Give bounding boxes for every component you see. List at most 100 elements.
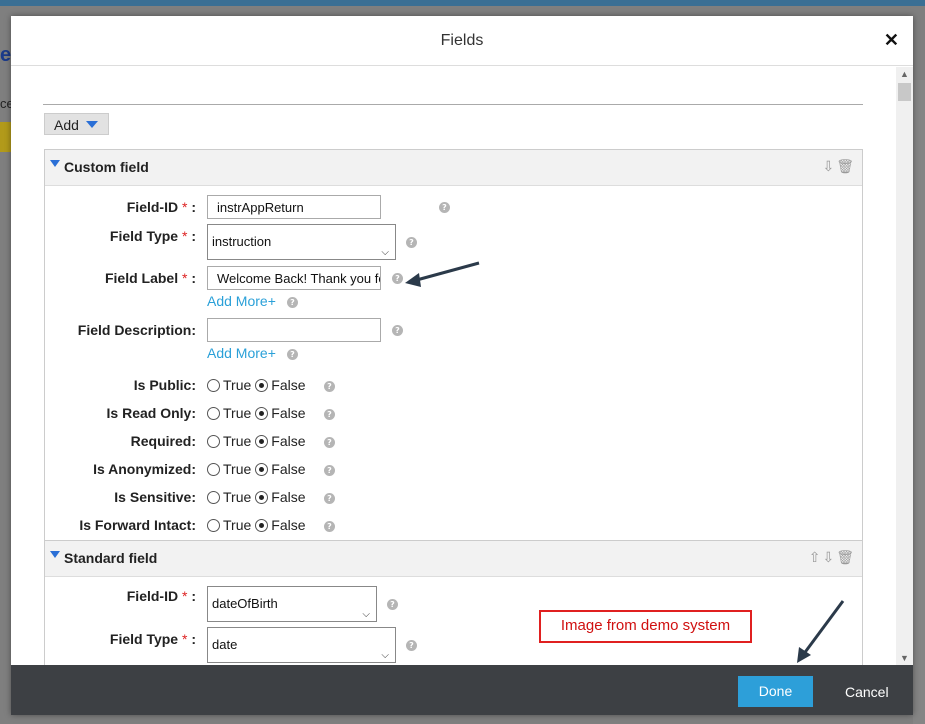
field-type-select[interactable]: instruction ⌵	[207, 224, 396, 260]
annotation-box: Image from demo system	[539, 610, 752, 643]
cancel-button[interactable]: Cancel	[845, 684, 889, 700]
bg-text-fragment: e	[0, 44, 12, 66]
std-field-id-label: Field-ID * :	[126, 588, 196, 604]
field-description-row: Field Description: ?	[45, 318, 864, 346]
radio-row: Is Read Only: True False?	[45, 402, 864, 430]
radio-true-label: True	[223, 405, 252, 421]
scroll-up-icon[interactable]: ▲	[900, 69, 909, 79]
panel-header[interactable]: Standard field ⇧⇩🗑	[45, 541, 862, 577]
radio-false-label: False	[271, 377, 306, 393]
std-field-id-select[interactable]: dateOfBirth ⌵	[207, 586, 377, 622]
field-label-input[interactable]: Welcome Back! Thank you for	[207, 266, 381, 290]
radio-group: True False	[207, 433, 310, 449]
std-field-type-select[interactable]: date ⌵	[207, 627, 396, 663]
std-field-type-label: Field Type * :	[109, 631, 196, 647]
vertical-scrollbar[interactable]: ▲ ▼	[896, 67, 913, 665]
help-icon[interactable]: ?	[406, 237, 417, 248]
add-button[interactable]: Add	[44, 113, 109, 135]
trash-icon[interactable]: 🗑	[836, 158, 856, 174]
bg-right-strip	[913, 80, 925, 724]
standard-field-panel: Standard field ⇧⇩🗑 Field-ID * : dateOfBi…	[44, 540, 863, 665]
custom-field-panel: Custom field ⇩🗑 Field-ID * : instrAppRet…	[44, 149, 863, 541]
radio-false-label: False	[271, 405, 306, 421]
radio-true[interactable]	[207, 379, 220, 392]
trash-icon[interactable]: 🗑	[836, 549, 856, 565]
field-description-input[interactable]	[207, 318, 381, 342]
dialog-title: Fields	[440, 32, 484, 49]
panel-actions: ⇩🗑	[822, 158, 856, 175]
scroll-thumb[interactable]	[898, 83, 911, 101]
radio-true[interactable]	[207, 519, 220, 532]
radio-row-label: Required:	[130, 433, 196, 449]
move-down-icon[interactable]: ⇩	[822, 158, 836, 174]
field-id-row: Field-ID * : instrAppReturn ?	[45, 195, 864, 223]
radio-true-label: True	[223, 377, 252, 393]
add-button-label: Add	[54, 117, 79, 133]
help-icon[interactable]: ?	[439, 202, 450, 213]
scroll-down-icon[interactable]: ▼	[900, 653, 909, 663]
add-more-link[interactable]: Add More+	[207, 293, 276, 309]
move-up-icon[interactable]: ⇧	[809, 549, 823, 565]
help-icon[interactable]: ?	[392, 325, 403, 336]
panel-header[interactable]: Custom field ⇩🗑	[45, 150, 862, 186]
radio-false[interactable]	[255, 519, 269, 532]
radio-true-label: True	[223, 461, 252, 477]
radio-true[interactable]	[207, 491, 220, 504]
radio-row-label: Is Public:	[133, 377, 196, 393]
done-button[interactable]: Done	[738, 676, 813, 707]
panel-actions: ⇧⇩🗑	[809, 549, 856, 566]
help-icon[interactable]: ?	[287, 349, 298, 360]
field-type-label: Field Type * :	[109, 228, 196, 244]
help-icon[interactable]: ?	[324, 493, 335, 504]
help-icon[interactable]: ?	[324, 409, 335, 420]
radio-true-label: True	[223, 517, 252, 533]
radio-group: True False	[207, 517, 310, 533]
radio-false[interactable]	[255, 435, 269, 448]
dialog-footer: Done Cancel	[11, 665, 913, 715]
panel-title: Custom field	[64, 159, 149, 175]
field-type-value: instruction	[212, 234, 272, 249]
close-icon[interactable]: ✕	[884, 30, 899, 51]
radio-false[interactable]	[255, 491, 269, 504]
chevron-down-icon: ⌵	[381, 247, 389, 258]
radio-false-label: False	[271, 433, 306, 449]
dialog-header: Fields ✕	[11, 16, 913, 66]
radio-false[interactable]	[255, 463, 269, 476]
field-label-label: Field Label * :	[104, 270, 196, 286]
std-field-type-value: date	[212, 637, 238, 652]
radio-group: True False	[207, 461, 310, 477]
help-icon[interactable]: ?	[406, 640, 417, 651]
radio-true-label: True	[223, 489, 252, 505]
dialog-content[interactable]: Add Custom field ⇩🗑 Field-ID * : instrAp…	[11, 67, 913, 665]
field-id-input[interactable]: instrAppReturn	[207, 195, 381, 219]
add-more-link[interactable]: Add More+	[207, 345, 276, 361]
radio-false-label: False	[271, 517, 306, 533]
radio-row-label: Is Forward Intact:	[79, 517, 196, 533]
radio-row: Is Forward Intact: True False?	[45, 514, 864, 542]
collapse-caret-icon[interactable]	[50, 160, 60, 167]
std-field-id-value: dateOfBirth	[212, 596, 278, 611]
collapse-caret-icon[interactable]	[50, 551, 60, 558]
field-description-label: Field Description:	[77, 322, 196, 338]
radio-true[interactable]	[207, 435, 220, 448]
radio-true[interactable]	[207, 407, 220, 420]
divider	[43, 104, 863, 105]
radio-false-label: False	[271, 461, 306, 477]
radio-row-label: Is Sensitive:	[114, 489, 196, 505]
radio-false[interactable]	[255, 379, 269, 392]
help-icon[interactable]: ?	[324, 465, 335, 476]
radio-true[interactable]	[207, 463, 220, 476]
radio-group: True False	[207, 489, 310, 505]
help-icon[interactable]: ?	[324, 521, 335, 532]
help-icon[interactable]: ?	[324, 437, 335, 448]
radio-group: True False	[207, 377, 310, 393]
radio-row: Is Sensitive: True False?	[45, 486, 864, 514]
arrow-annotation-icon	[405, 261, 480, 287]
field-id-label: Field-ID * :	[126, 199, 196, 215]
radio-false[interactable]	[255, 407, 269, 420]
move-down-icon[interactable]: ⇩	[822, 549, 836, 565]
help-icon[interactable]: ?	[387, 599, 398, 610]
radio-row-label: Is Anonymized:	[93, 461, 196, 477]
help-icon[interactable]: ?	[324, 381, 335, 392]
help-icon[interactable]: ?	[287, 297, 298, 308]
